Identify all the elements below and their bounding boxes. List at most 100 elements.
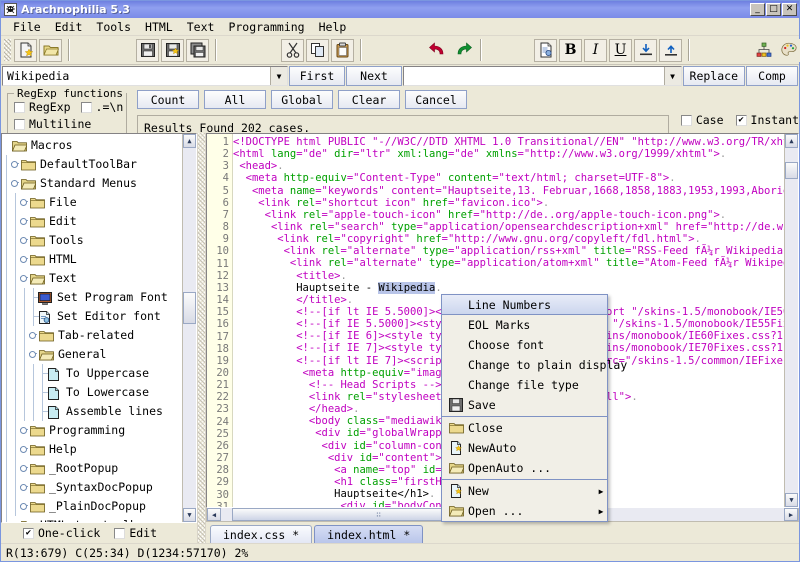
sidebar-splitter[interactable] (197, 133, 206, 543)
editor-context-menu[interactable]: Line Numbers EOL Marks Choose font Change … (441, 294, 627, 522)
tree-expand-knob[interactable] (20, 502, 29, 511)
close-button[interactable]: ✕ (782, 3, 797, 16)
replace-combo[interactable]: ▼ (403, 66, 682, 86)
tree-item[interactable]: To Lowercase (2, 383, 182, 402)
tree-expand-knob[interactable] (20, 236, 29, 245)
save-as-icon[interactable] (161, 38, 184, 62)
first-button[interactable]: First (289, 66, 345, 86)
replace-input[interactable] (404, 67, 664, 85)
global-button[interactable]: Global (271, 90, 333, 109)
context-menu-item[interactable]: Change file type (442, 375, 607, 395)
context-menu-item[interactable]: Change to plain display (442, 355, 627, 375)
comp-button[interactable]: Comp (746, 66, 798, 86)
context-menu-item[interactable]: EOL Marks (442, 315, 607, 335)
find-dropdown-arrow[interactable]: ▼ (270, 67, 287, 85)
cut-icon[interactable] (281, 38, 304, 62)
cancel-button[interactable]: Cancel (405, 90, 467, 109)
subscript-icon[interactable] (634, 38, 657, 62)
tree-item[interactable]: HTML (2, 250, 182, 269)
tree-scroll-down-button[interactable]: ▼ (183, 508, 196, 522)
toolbar-grip[interactable] (4, 39, 11, 61)
count-button[interactable]: Count (137, 90, 199, 109)
tree-scroll-up-button[interactable]: ▲ (183, 134, 196, 148)
tree-item[interactable]: _RootPopup (2, 459, 182, 478)
tree-vertical-scrollbar[interactable]: ▲ ▼ (182, 134, 196, 522)
new-file-icon[interactable] (14, 38, 37, 62)
context-menu-item[interactable]: NewAuto (442, 438, 607, 458)
menu-edit[interactable]: Edit (48, 19, 90, 35)
undo-icon[interactable] (426, 38, 449, 62)
editor-scroll-up-button[interactable]: ▲ (785, 134, 798, 148)
tree-expand-knob[interactable] (20, 445, 29, 454)
macro-tree-rows[interactable]: Macros DefaultToolBar Standard Menus File Ed… (2, 134, 182, 522)
one-click-checkbox[interactable]: ✔ One-click (23, 526, 100, 540)
editor-scroll-track[interactable] (785, 148, 798, 493)
underline-icon[interactable]: U (609, 38, 632, 62)
context-menu-item[interactable]: OpenAuto ... (442, 458, 607, 478)
tree-item[interactable]: _SyntaxDocPopup (2, 478, 182, 497)
case-checkbox[interactable]: Case (680, 113, 724, 127)
macro-tree[interactable]: Macros DefaultToolBar Standard Menus File Ed… (1, 133, 197, 523)
editor-vertical-scrollbar[interactable]: ▲ ▼ (784, 134, 798, 507)
menu-text[interactable]: Text (180, 19, 222, 35)
preview-icon[interactable] (534, 38, 557, 62)
editor-scroll-down-button[interactable]: ▼ (785, 493, 798, 507)
context-menu-header[interactable]: Line Numbers (442, 295, 607, 315)
tree-item[interactable]: Set Program Font (2, 288, 182, 307)
tree-scroll-thumb[interactable] (183, 292, 196, 325)
editor-scroll-left-button[interactable]: ◀ (207, 508, 221, 521)
tree-expand-knob[interactable] (20, 464, 29, 473)
tree-expand-knob[interactable] (11, 521, 20, 522)
context-menu-item[interactable]: Close (442, 418, 607, 438)
regexp-checkbox[interactable]: RegExp (14, 100, 71, 114)
tree-expand-knob[interactable] (29, 350, 38, 359)
redo-icon[interactable] (451, 38, 474, 62)
tree-item[interactable]: Tools (2, 231, 182, 250)
dot-newline-checkbox-box[interactable] (80, 101, 92, 113)
tree-expand-knob[interactable] (20, 255, 29, 264)
maximize-button[interactable]: □ (766, 3, 781, 16)
copy-icon[interactable] (306, 38, 329, 62)
tree-expand-knob[interactable] (20, 198, 29, 207)
all-button[interactable]: All (204, 90, 266, 109)
case-checkbox-box[interactable] (680, 114, 692, 126)
tree-expand-knob[interactable] (20, 274, 29, 283)
multiline-checkbox[interactable]: Multiline (14, 117, 91, 131)
edit-checkbox[interactable]: Edit (114, 526, 157, 540)
tree-item[interactable]: To Uppercase (2, 364, 182, 383)
replace-dropdown-arrow[interactable]: ▼ (663, 67, 681, 85)
bold-icon[interactable]: B (559, 38, 582, 62)
tree-item[interactable]: General (2, 345, 182, 364)
tree-item[interactable]: HTML tag toolbars (2, 516, 182, 522)
paste-icon[interactable] (331, 38, 354, 62)
replace-button[interactable]: Replace (682, 66, 745, 86)
tree-item[interactable]: Edit (2, 212, 182, 231)
one-click-checkbox-box[interactable]: ✔ (23, 527, 34, 539)
dot-newline-checkbox[interactable]: .=\n (80, 100, 123, 114)
instant-checkbox-box[interactable]: ✔ (735, 114, 747, 126)
tree-expand-knob[interactable] (29, 331, 38, 340)
sitemap-icon[interactable] (752, 38, 775, 62)
edit-checkbox-box[interactable] (114, 527, 126, 539)
tree-item[interactable]: _PlainDocPopup (2, 497, 182, 516)
find-combo[interactable]: Wikipedia ▼ (2, 66, 288, 86)
next-button[interactable]: Next (346, 66, 402, 86)
italic-icon[interactable]: I (584, 38, 607, 62)
menu-tools[interactable]: Tools (89, 19, 138, 35)
tree-expand-knob[interactable] (20, 426, 29, 435)
editor-scroll-thumb[interactable] (785, 161, 798, 180)
save-icon[interactable] (136, 38, 159, 62)
superscript-icon[interactable] (659, 38, 682, 62)
menu-help[interactable]: Help (312, 19, 354, 35)
minimize-button[interactable]: _ (750, 3, 765, 16)
context-menu-item[interactable]: Choose font (442, 335, 607, 355)
find-input[interactable]: Wikipedia (3, 67, 270, 85)
open-folder-icon[interactable] (39, 38, 62, 62)
tree-item[interactable]: Assemble lines (2, 402, 182, 421)
menu-programming[interactable]: Programming (221, 19, 311, 35)
menu-file[interactable]: File (6, 19, 48, 35)
regexp-checkbox-box[interactable] (14, 101, 25, 113)
tree-expand-knob[interactable] (20, 217, 29, 226)
menu-html[interactable]: HTML (138, 19, 180, 35)
clear-button[interactable]: Clear (338, 90, 400, 109)
